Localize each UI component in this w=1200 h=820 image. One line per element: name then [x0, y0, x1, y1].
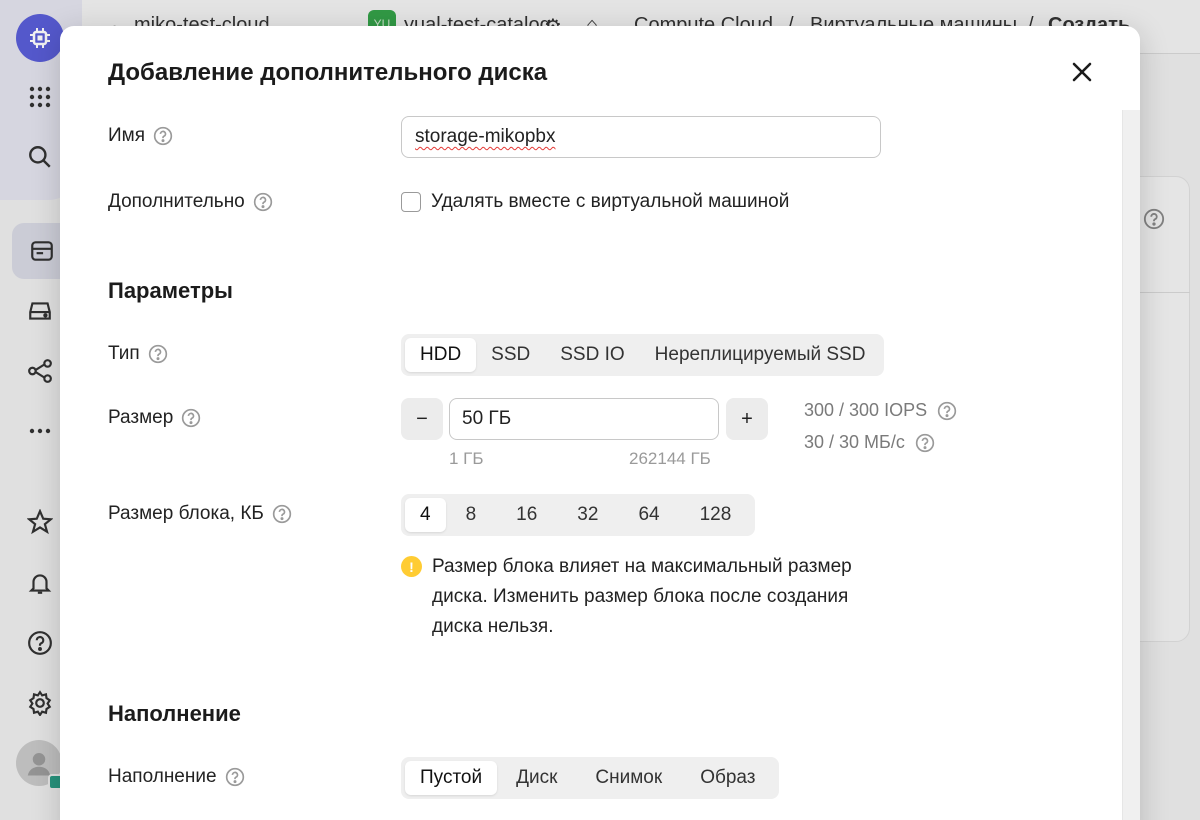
- disk-type-ssd-io[interactable]: SSD IO: [545, 338, 639, 372]
- help-icon[interactable]: [153, 126, 173, 146]
- block-size-option[interactable]: 128: [680, 498, 752, 532]
- warning-text: Размер блока влияет на максимальный разм…: [432, 556, 852, 637]
- type-label-text: Тип: [108, 343, 140, 364]
- block-size-label: Размер блока, КБ: [108, 503, 292, 525]
- fill-option-snapshot[interactable]: Снимок: [576, 761, 681, 795]
- help-icon[interactable]: [181, 408, 201, 428]
- throughput-value: 30 / 30 МБ/с: [804, 432, 905, 452]
- block-size-option[interactable]: 32: [557, 498, 618, 532]
- add-disk-modal: Добавление дополнительного диска Имя sto…: [60, 26, 1140, 820]
- disk-type-ssd[interactable]: SSD: [476, 338, 545, 372]
- size-max-hint: 262144 ГБ: [629, 449, 711, 468]
- disk-name-value: storage-mikopbx: [415, 126, 556, 147]
- throughput-info: 30 / 30 МБ/с: [804, 432, 935, 453]
- size-value: 50 ГБ: [462, 408, 512, 429]
- help-icon[interactable]: [253, 192, 273, 212]
- warning-icon: !: [401, 556, 422, 577]
- fill-option-empty[interactable]: Пустой: [405, 761, 498, 795]
- help-icon[interactable]: [225, 767, 245, 787]
- iops-info: 300 / 300 IOPS: [804, 400, 957, 421]
- name-label: Имя: [108, 125, 173, 147]
- size-input[interactable]: 50 ГБ: [449, 398, 719, 440]
- help-icon[interactable]: [272, 504, 292, 524]
- size-decrement-button[interactable]: −: [401, 398, 443, 440]
- disk-type-hdd[interactable]: HDD: [405, 338, 477, 372]
- size-increment-button[interactable]: +: [726, 398, 768, 440]
- size-min-hint: 1 ГБ: [449, 449, 484, 468]
- fill-option-disk[interactable]: Диск: [497, 761, 576, 795]
- extra-label: Дополнительно: [108, 191, 273, 213]
- extra-label-text: Дополнительно: [108, 191, 245, 212]
- size-label-text: Размер: [108, 407, 174, 428]
- block-size-selector: 4 8 16 32 64 128: [401, 494, 756, 536]
- block-size-option[interactable]: 4: [405, 498, 446, 532]
- type-label: Тип: [108, 343, 168, 365]
- block-size-option[interactable]: 64: [618, 498, 679, 532]
- block-size-label-text: Размер блока, КБ: [108, 503, 264, 524]
- delete-with-vm-option[interactable]: Удалять вместе с виртуальной машиной: [401, 191, 789, 213]
- close-icon: [1072, 62, 1092, 82]
- help-icon[interactable]: [937, 401, 957, 421]
- close-button[interactable]: [1066, 56, 1098, 88]
- iops-value: 300 / 300 IOPS: [804, 400, 928, 420]
- fill-label-text: Наполнение: [108, 766, 217, 787]
- fill-source-selector: Пустой Диск Снимок Образ: [401, 757, 779, 799]
- fill-option-image[interactable]: Образ: [681, 761, 774, 795]
- delete-with-vm-checkbox[interactable]: [401, 192, 421, 212]
- disk-name-input[interactable]: storage-mikopbx: [401, 116, 881, 158]
- help-icon[interactable]: [915, 433, 935, 453]
- block-size-warning: ! Размер блока влияет на максимальный ра…: [401, 552, 882, 642]
- size-label: Размер: [108, 407, 201, 429]
- fill-label: Наполнение: [108, 766, 245, 788]
- name-label-text: Имя: [108, 125, 146, 146]
- disk-type-selector: HDD SSD SSD IO Нереплицируемый SSD: [401, 334, 885, 376]
- disk-type-nonreplicated-ssd[interactable]: Нереплицируемый SSD: [640, 338, 881, 372]
- fill-section-title: Наполнение: [108, 701, 241, 726]
- block-size-option[interactable]: 8: [446, 498, 497, 532]
- modal-scrollbar[interactable]: [1122, 110, 1140, 820]
- block-size-option[interactable]: 16: [496, 498, 557, 532]
- delete-with-vm-label: Удалять вместе с виртуальной машиной: [431, 191, 790, 212]
- parameters-section-title: Параметры: [108, 278, 233, 303]
- modal-title: Добавление дополнительного диска: [108, 59, 548, 86]
- help-icon[interactable]: [148, 344, 168, 364]
